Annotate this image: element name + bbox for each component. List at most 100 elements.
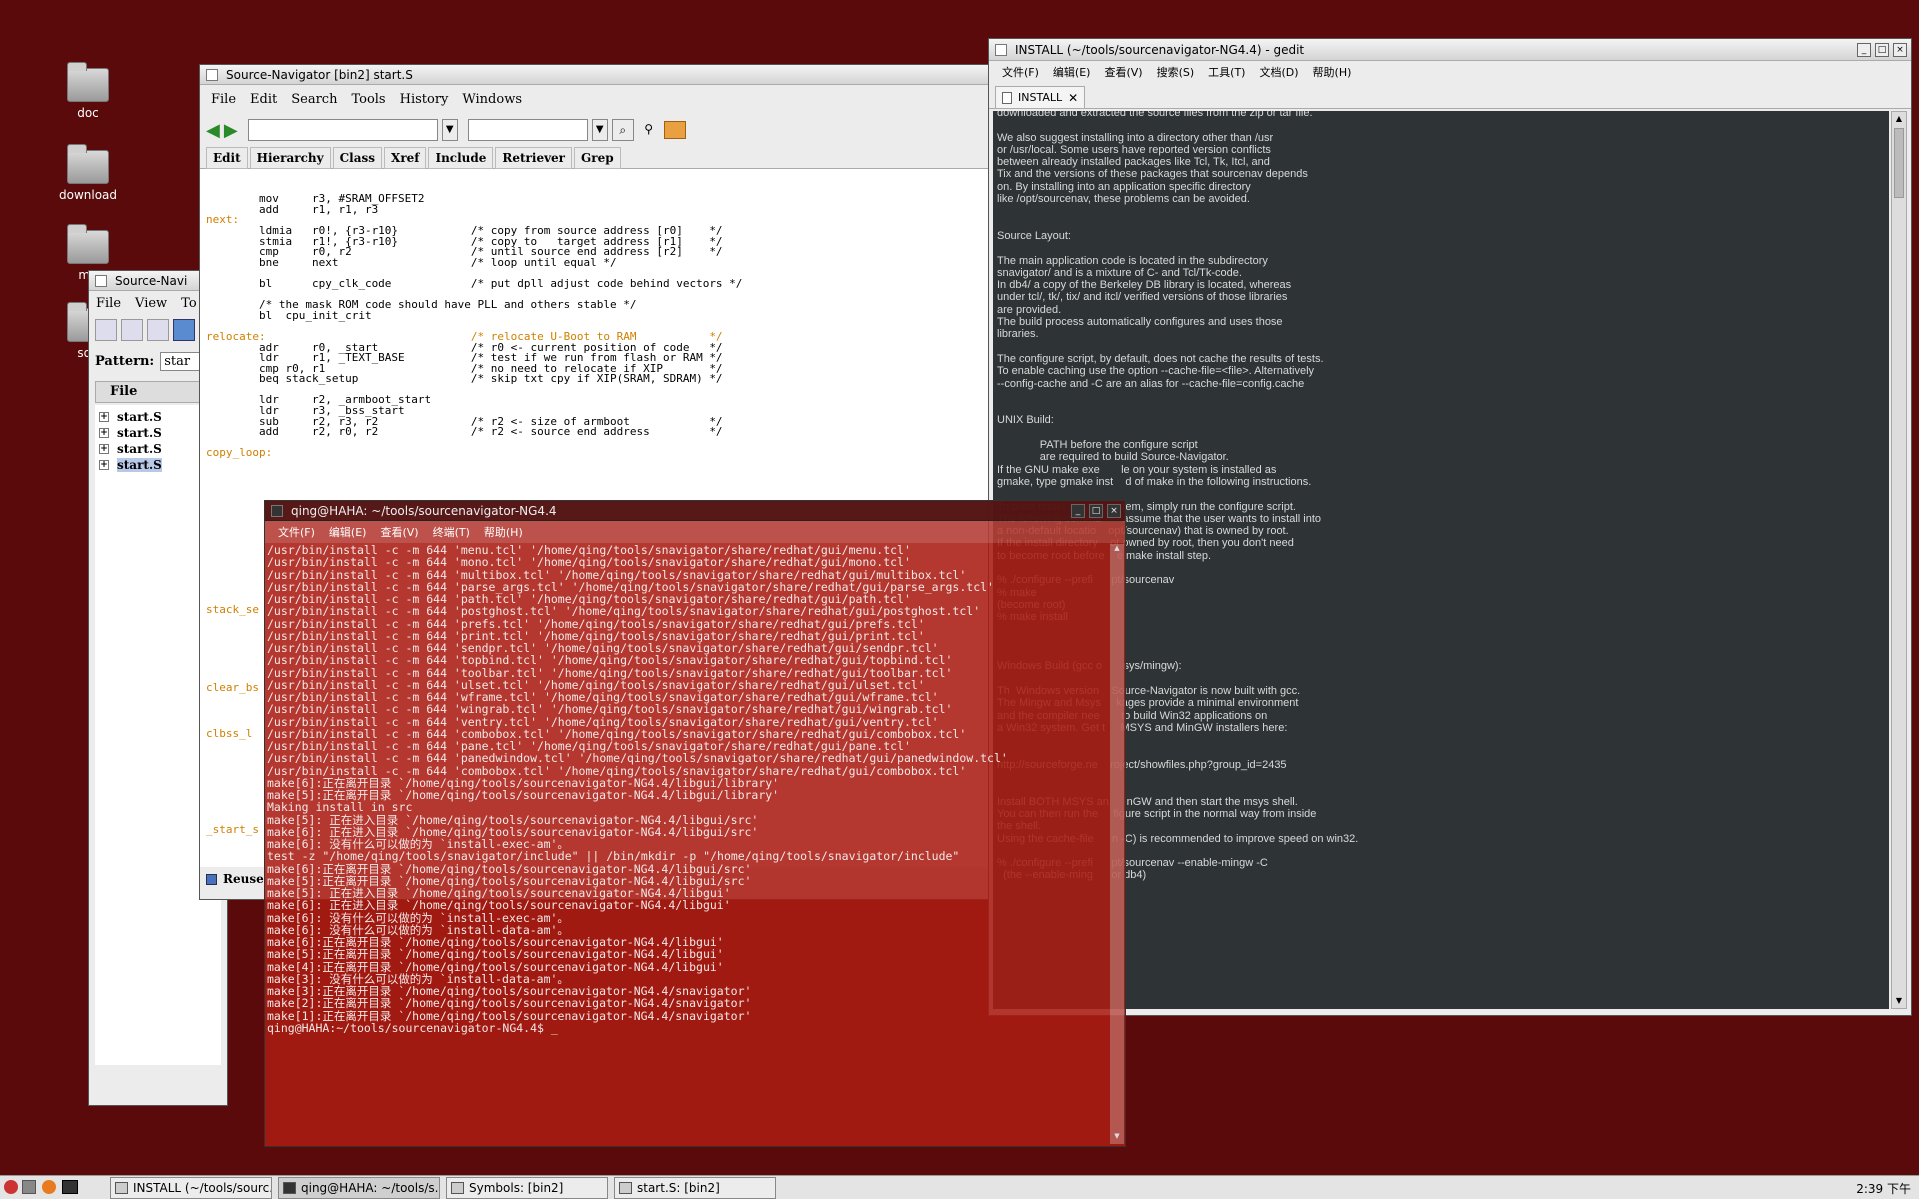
browser-icon[interactable] xyxy=(42,1180,56,1194)
terminal-line: make[6]: 正在进入目录 `/home/qing/tools/source… xyxy=(267,898,731,913)
menu-view[interactable]: 查看(V) xyxy=(373,524,425,540)
text-line: The main application code is located in … xyxy=(997,254,1268,267)
text-line xyxy=(997,427,1885,439)
window-title: Source-Navigator [bin2] start.S xyxy=(226,67,413,82)
scope-input[interactable] xyxy=(467,119,588,141)
task-terminal[interactable]: qing@HAHA: ~/tools/s... xyxy=(278,1177,440,1199)
window-view-icon[interactable] xyxy=(173,319,195,341)
tab-xref[interactable]: Xref xyxy=(384,147,427,169)
reuse-checkbox[interactable] xyxy=(206,873,217,885)
close-icon[interactable]: × xyxy=(1893,42,1907,57)
menu-search[interactable]: 搜索(S) xyxy=(1150,64,1202,80)
menu-help[interactable]: 帮助(H) xyxy=(477,524,530,540)
find-icon[interactable]: ⌕ xyxy=(611,119,634,141)
desktop-icon-doc[interactable]: doc xyxy=(33,62,143,120)
text-line: Th Windows version Source-Navigator is n… xyxy=(997,684,1301,697)
menu-tools[interactable]: Tools xyxy=(344,92,392,107)
app-menu-icon[interactable] xyxy=(4,1180,18,1194)
menu-history[interactable]: History xyxy=(393,92,456,107)
menu-file[interactable]: 文件(F) xyxy=(271,524,322,540)
search-icon[interactable] xyxy=(121,319,143,341)
expand-icon[interactable]: + xyxy=(99,460,109,470)
gedit-menubar: 文件(F) 编辑(E) 查看(V) 搜索(S) 工具(T) 文档(D) 帮助(H… xyxy=(989,61,1911,83)
close-icon[interactable]: ✕ xyxy=(1068,91,1078,105)
text-line xyxy=(997,746,1885,758)
text-line: Tix and the versions of these packages t… xyxy=(997,168,1308,181)
terminal-line: /usr/bin/install -c -m 644 'mono.tcl' '/… xyxy=(267,555,911,570)
menu-documents[interactable]: 文档(D) xyxy=(1252,64,1305,80)
close-icon[interactable]: × xyxy=(1107,503,1121,518)
gedit-text-area[interactable]: downloaded and extracted the source file… xyxy=(993,111,1889,1009)
menu-view[interactable]: View xyxy=(128,296,174,311)
minimize-icon[interactable]: _ xyxy=(1857,42,1871,57)
menu-search[interactable]: Search xyxy=(284,92,344,107)
desktop-icon-download[interactable]: download xyxy=(33,144,143,202)
tab-edit[interactable]: Edit xyxy=(206,147,248,169)
menu-file[interactable]: 文件(F) xyxy=(995,64,1046,80)
tab-label: INSTALL xyxy=(1018,91,1063,104)
menu-help[interactable]: 帮助(H) xyxy=(1306,64,1359,80)
scroll-thumb[interactable] xyxy=(1894,128,1904,198)
menu-edit[interactable]: 编辑(E) xyxy=(1046,64,1098,80)
scroll-down-icon[interactable]: ▼ xyxy=(1110,1132,1124,1144)
terminal-scrollbar[interactable]: ▲ ▼ xyxy=(1110,544,1124,1144)
menu-file[interactable]: File xyxy=(204,92,243,107)
clock[interactable]: 2:39 下午 xyxy=(1856,1180,1911,1197)
gedit-titlebar[interactable]: INSTALL (~/tools/sourcenavigator-NG4.4) … xyxy=(989,39,1911,61)
code-lines: mov r3, #SRAM_OFFSET2 add r1, r1, r3 next… xyxy=(206,193,982,459)
menu-edit[interactable]: 编辑(E) xyxy=(322,524,374,540)
home-icon[interactable] xyxy=(22,1180,36,1194)
tab-class[interactable]: Class xyxy=(332,147,383,169)
code-label: _start_s xyxy=(206,823,259,836)
minimize-icon[interactable]: _ xyxy=(1071,503,1085,518)
terminal-output[interactable]: /usr/bin/install -c -m 644 'menu.tcl' '/… xyxy=(267,544,1109,1144)
text-line: The following comma assume that the user… xyxy=(997,512,1322,525)
tab-retriever[interactable]: Retriever xyxy=(495,147,573,169)
tree-view-icon[interactable] xyxy=(95,319,117,341)
scroll-down-icon[interactable]: ▼ xyxy=(1892,994,1906,1008)
text-line: like /opt/sourcenav, these problems can … xyxy=(997,193,1250,206)
tab-grep[interactable]: Grep xyxy=(574,147,621,169)
gedit-scrollbar[interactable]: ▲ ▼ xyxy=(1891,111,1907,1009)
maximize-icon[interactable]: □ xyxy=(1089,503,1103,518)
task-symbols[interactable]: Symbols: [bin2] xyxy=(446,1177,608,1199)
menu-terminal[interactable]: 终端(T) xyxy=(426,524,477,540)
window-icon xyxy=(206,68,218,81)
symbol-input[interactable] xyxy=(247,119,438,141)
back-arrow-icon[interactable]: ◀ xyxy=(206,120,220,141)
text-line xyxy=(997,402,1885,414)
menu-windows[interactable]: Windows xyxy=(455,92,529,107)
terminal-titlebar[interactable]: qing@HAHA: ~/tools/sourcenavigator-NG4.4… xyxy=(265,501,1125,521)
terminal-launcher-icon[interactable] xyxy=(62,1180,78,1194)
expand-icon[interactable]: + xyxy=(99,444,109,454)
chevron-down-icon[interactable]: ▼ xyxy=(441,119,458,141)
expand-icon[interactable]: + xyxy=(99,428,109,438)
forward-arrow-icon[interactable]: ▶ xyxy=(224,120,238,141)
menu-edit[interactable]: Edit xyxy=(243,92,284,107)
menu-view[interactable]: 查看(V) xyxy=(1097,64,1149,80)
tab-install[interactable]: INSTALL ✕ xyxy=(995,86,1086,108)
search-icon[interactable]: ⚲ xyxy=(638,119,660,141)
file-name: start.S xyxy=(117,410,162,424)
folder-open-icon[interactable] xyxy=(663,121,686,139)
maximize-icon[interactable]: □ xyxy=(1875,42,1889,57)
text-line: To build under a UNIX stem, simply run t… xyxy=(997,500,1296,513)
text-line: are required to build Source-Navigator. xyxy=(997,451,1229,464)
sn-titlebar[interactable]: Source-Navigator [bin2] start.S xyxy=(200,65,988,85)
text-line: (the --enable-ming or db4) xyxy=(1003,869,1147,882)
text-line: Windows Build (gcc o sys/mingw): xyxy=(997,660,1182,673)
task-start-s[interactable]: start.S: [bin2] xyxy=(614,1177,776,1199)
menu-file[interactable]: File xyxy=(89,296,128,311)
tab-hierarchy[interactable]: Hierarchy xyxy=(249,147,331,169)
scroll-up-icon[interactable]: ▲ xyxy=(1110,544,1124,556)
terminal-line: make[5]:正在离开目录 `/home/qing/tools/sourcen… xyxy=(267,947,724,962)
scroll-up-icon[interactable]: ▲ xyxy=(1892,112,1906,126)
task-gedit[interactable]: INSTALL (~/tools/sourc... xyxy=(110,1177,272,1199)
text-line xyxy=(997,218,1885,230)
menu-tools[interactable]: 工具(T) xyxy=(1201,64,1252,80)
tab-include[interactable]: Include xyxy=(428,147,494,169)
chevron-down-icon[interactable]: ▼ xyxy=(591,119,608,141)
text-line: snavigator/ and is a mixture of C- and T… xyxy=(997,266,1242,279)
list-view-icon[interactable] xyxy=(147,319,169,341)
expand-icon[interactable]: + xyxy=(99,412,109,422)
